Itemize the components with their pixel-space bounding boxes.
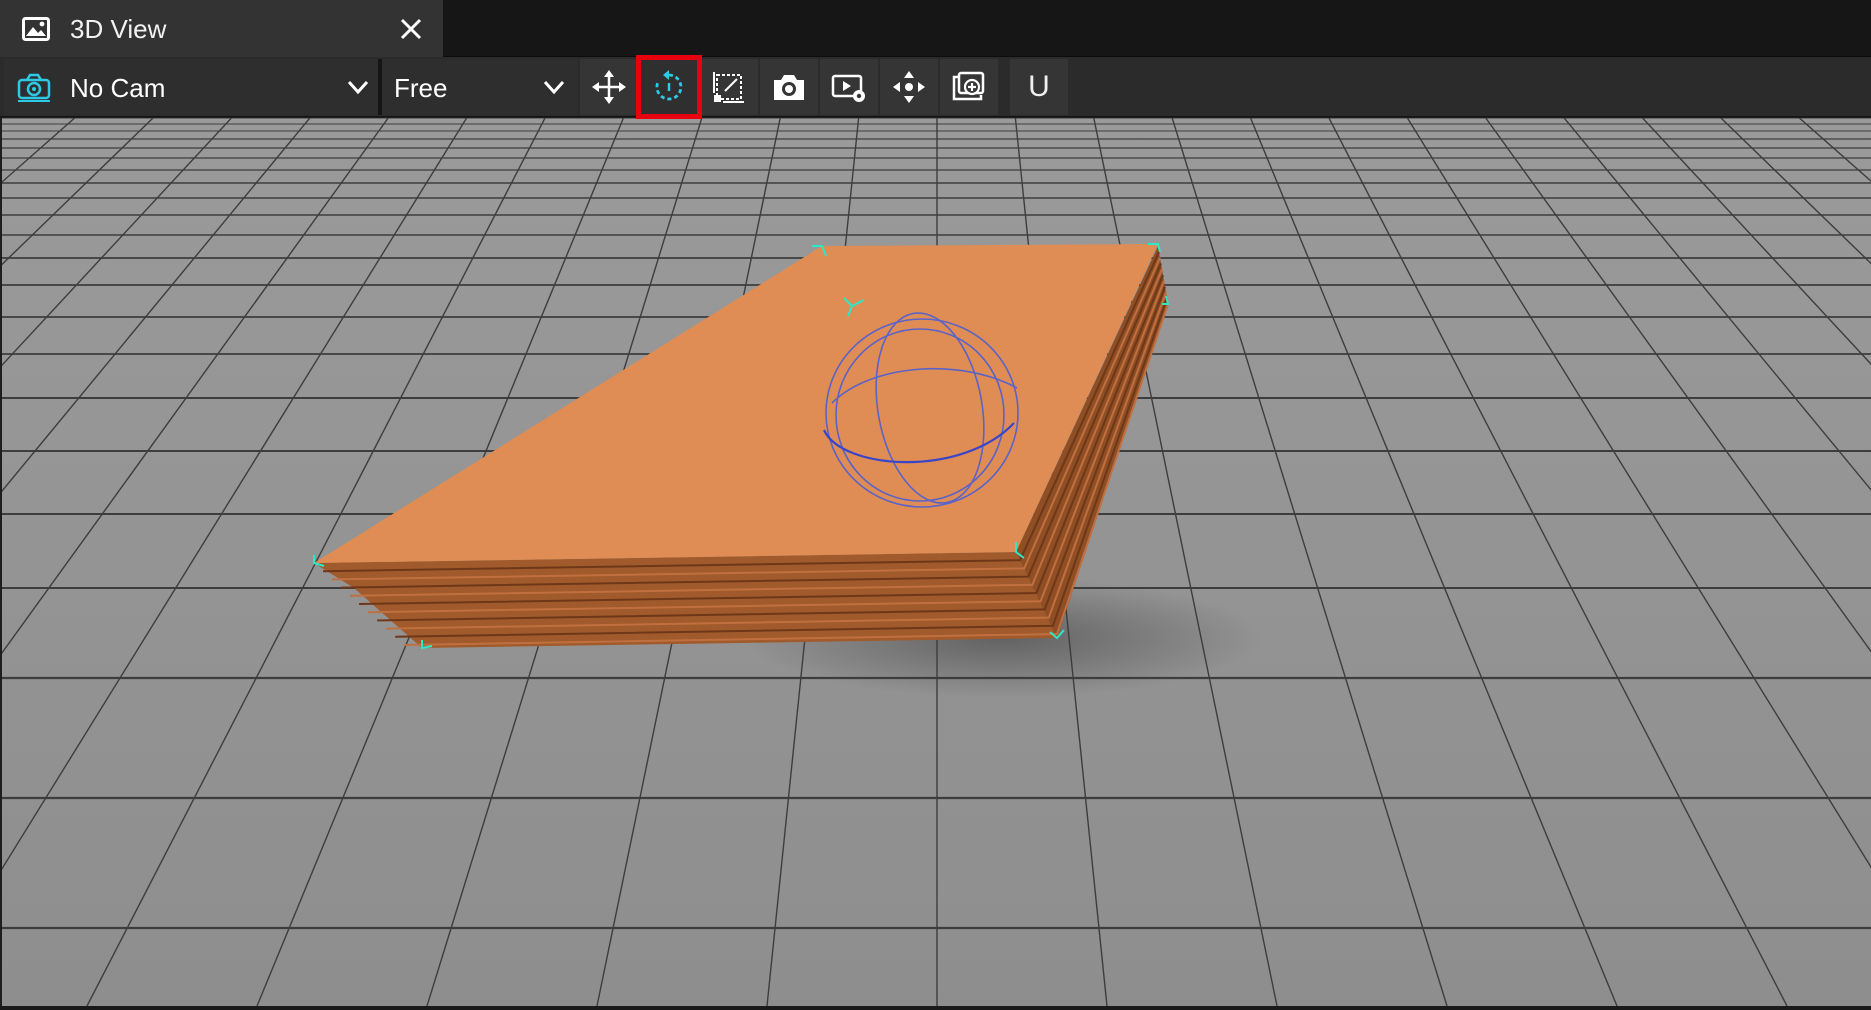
image-icon <box>22 17 50 41</box>
render-settings-icon <box>831 74 865 102</box>
viewport-toolbar: No Cam Free U <box>0 55 1871 119</box>
move-tool-button[interactable] <box>580 59 638 115</box>
tab-3d-view[interactable]: 3D View <box>0 0 443 57</box>
camera-icon <box>774 75 804 100</box>
tab-bar: 3D View <box>0 0 1871 57</box>
rotate-tool-button[interactable] <box>636 55 702 119</box>
camera-view-icon <box>17 73 51 102</box>
close-icon[interactable] <box>396 14 426 44</box>
3d-viewport[interactable] <box>2 118 1871 1006</box>
window-bottom-edge <box>0 1006 1871 1010</box>
add-camera-button[interactable] <box>940 59 998 115</box>
camera-dropdown-value: No Cam <box>70 73 166 103</box>
add-camera-icon <box>952 71 985 101</box>
navigation-mode-dropdown[interactable]: Free <box>382 59 578 115</box>
u-button[interactable]: U <box>1010 59 1068 115</box>
camera-dropdown[interactable]: No Cam <box>4 59 378 115</box>
rotate-icon <box>655 70 683 101</box>
scale-icon <box>713 72 744 103</box>
chevron-down-icon <box>347 80 369 95</box>
scale-tool-button[interactable] <box>700 59 758 115</box>
3d-scene[interactable] <box>2 118 1871 1006</box>
u-button-label: U <box>1028 70 1050 103</box>
render-settings-button[interactable] <box>820 59 878 115</box>
screenshot-button[interactable] <box>760 59 818 115</box>
tab-title: 3D View <box>70 14 167 44</box>
mode-dropdown-value: Free <box>394 73 448 103</box>
move-icon <box>592 70 626 104</box>
center-view-icon <box>893 71 925 103</box>
chevron-down-icon <box>543 80 565 95</box>
center-view-button[interactable] <box>880 59 938 115</box>
